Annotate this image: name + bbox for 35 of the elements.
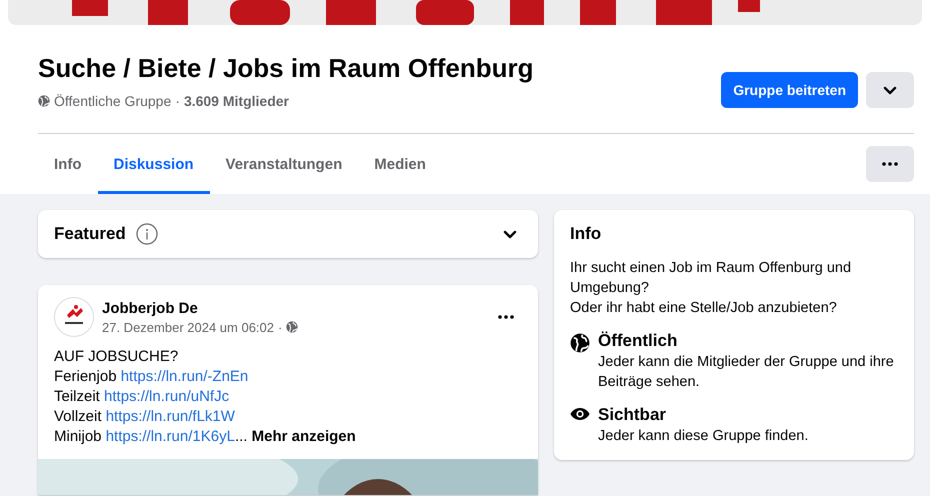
tab[interactable]: Medien: [358, 134, 442, 194]
member-count[interactable]: 3.609 Mitglieder: [184, 93, 289, 109]
info-title: Info: [570, 224, 602, 244]
post-date[interactable]: 27. Dezember 2024 um 06:02: [102, 320, 274, 334]
info-item-title: Öffentlich: [598, 330, 678, 352]
separator-dot: ·: [175, 93, 180, 109]
more-icon: [882, 162, 898, 166]
globe-icon: [286, 321, 298, 333]
separator-dot: ·: [278, 320, 282, 334]
info-icon[interactable]: [136, 223, 158, 245]
group-description: Ihr sucht einen Job im Raum Offenburg und Umgebung?: [570, 259, 852, 298]
featured-title: Featured: [54, 224, 126, 244]
group-title: Suche / Biete / Jobs im Raum Offenburg: [38, 52, 534, 84]
info-item-text: Jeder kann die Mitglieder der Gruppe und ihre Beiträge sehen.: [598, 353, 895, 392]
eye-icon: [570, 407, 590, 421]
post-link[interactable]: https://ln.run/-ZnEn: [120, 368, 248, 385]
join-group-button[interactable]: Gruppe beitreten: [721, 72, 858, 108]
post-link[interactable]: https://ln.run/uNfJc: [104, 388, 230, 405]
see-more-link[interactable]: Mehr anzeigen: [252, 428, 356, 445]
info-item-title: Sichtbar: [598, 404, 668, 426]
tab[interactable]: Veranstaltungen: [210, 134, 358, 194]
author-name[interactable]: Jobberjob De: [102, 300, 482, 316]
avatar-icon[interactable]: [54, 297, 94, 337]
globe-icon: [38, 95, 50, 107]
tab[interactable]: Diskussion: [98, 134, 210, 194]
tab[interactable]: Info: [38, 134, 98, 194]
dropdown-button[interactable]: [866, 72, 914, 108]
post-link[interactable]: https://ln.run/1K6yL: [106, 428, 235, 445]
globe-icon: [570, 333, 590, 353]
post-link[interactable]: https://ln.run/fLk1W: [106, 408, 235, 425]
info-item-text: Jeder kann diese Gruppe finden.: [598, 427, 808, 446]
group-description: Oder ihr habt eine Stelle/Job anzubieten?: [570, 299, 838, 318]
group-privacy: Öffentliche Gruppe: [54, 93, 172, 109]
more-icon: [498, 315, 514, 319]
post-text: AUF JOBSUCHE? Ferienjob https://ln.run/-ZnEn Teilzeit https://ln.run/uNfJc Vollzeit https://ln.run/fLk1W Minijob https://ln.run/1K6yL... Mehr anzeigen: [53, 347, 357, 447]
